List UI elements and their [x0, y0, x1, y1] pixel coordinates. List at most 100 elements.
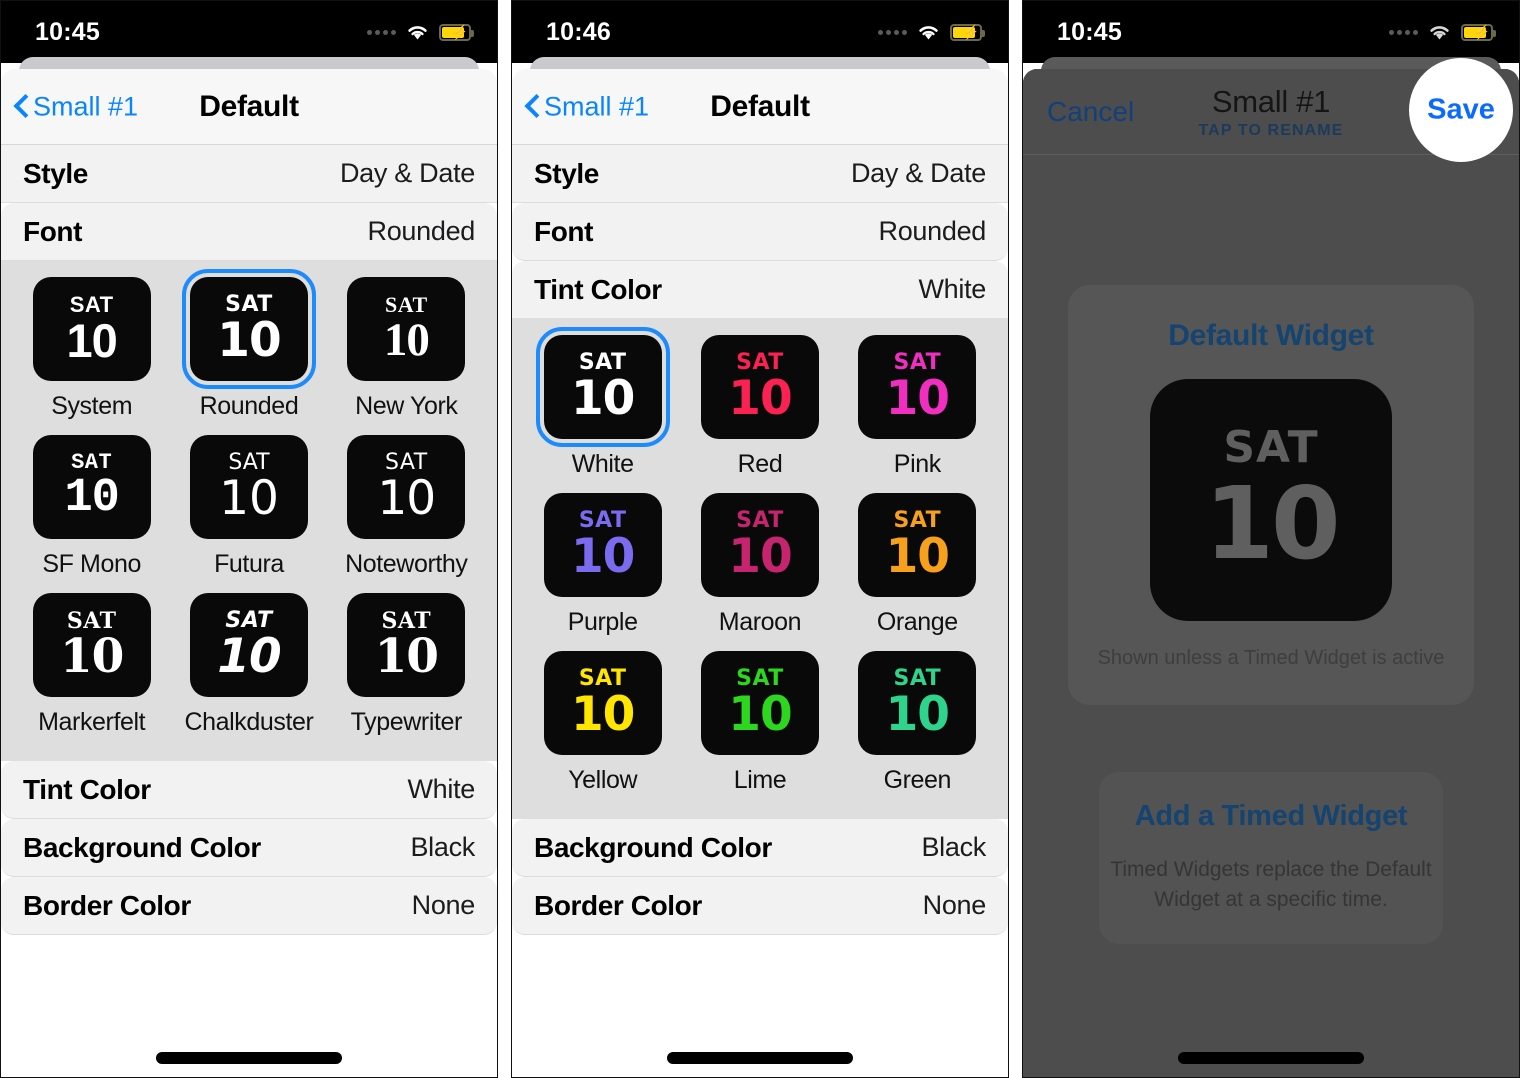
widget-name-title[interactable]: Small #1	[1212, 84, 1331, 120]
home-indicator[interactable]	[1178, 1052, 1364, 1064]
settings-row-style[interactable]: Style Day & Date	[512, 145, 1008, 203]
settings-row-background-color[interactable]: Background Color Black	[512, 819, 1008, 877]
save-button[interactable]: Save	[1409, 94, 1513, 127]
default-widget-card[interactable]: Default Widget SAT 10 Shown unless a Tim…	[1068, 285, 1474, 705]
settings-row-font[interactable]: Font Rounded	[512, 203, 1008, 261]
option-preview-tile[interactable]: SAT 10	[347, 277, 466, 381]
status-indicators: ⚡	[367, 23, 474, 41]
add-timed-widget-description: Timed Widgets replace the Default Widget…	[1110, 858, 1432, 912]
option-preview-tile[interactable]: SAT 10	[543, 651, 662, 755]
tile-daynumber: 10	[570, 687, 635, 742]
tile-daynumber: 10	[374, 629, 439, 684]
option-label: Futura	[214, 550, 284, 578]
row-value: Black	[921, 832, 986, 862]
tile-daynumber: 10	[885, 529, 950, 584]
option-cell[interactable]: SAT 10 Pink	[839, 335, 996, 493]
option-cell[interactable]: SAT 10 Typewriter	[328, 593, 485, 751]
home-indicator[interactable]	[667, 1052, 853, 1064]
tile-dayofweek: SAT	[384, 292, 428, 317]
option-preview-tile[interactable]: SAT 10	[700, 651, 819, 755]
option-preview-tile[interactable]: SAT 10	[700, 493, 819, 597]
settings-row-font[interactable]: Font Rounded	[1, 203, 497, 261]
row-value: Rounded	[878, 216, 987, 246]
option-cell[interactable]: SAT 10 Noteworthy	[328, 435, 485, 593]
settings-row-border-color[interactable]: Border Color None	[512, 877, 1008, 935]
row-value: Day & Date	[339, 158, 475, 188]
home-indicator-area	[1, 1025, 497, 1077]
option-preview-tile[interactable]: SAT 10	[347, 435, 466, 539]
option-preview-tile[interactable]: SAT 10	[858, 335, 977, 439]
signal-dots-icon	[878, 29, 907, 35]
option-preview-tile[interactable]: SAT 10	[858, 651, 977, 755]
option-label: System	[51, 392, 133, 420]
option-cell[interactable]: SAT 10 Orange	[839, 493, 996, 651]
home-indicator[interactable]	[156, 1052, 342, 1064]
option-preview-tile[interactable]: SAT 10	[347, 593, 466, 697]
option-preview-tile[interactable]: SAT 10	[543, 493, 662, 597]
add-timed-widget-card[interactable]: Add a Timed Widget Timed Widgets replace…	[1099, 772, 1443, 944]
option-cell[interactable]: SAT 10 Purple	[524, 493, 681, 651]
row-label: Style	[534, 157, 599, 189]
option-cell[interactable]: SAT 10 Green	[839, 651, 996, 809]
row-value: White	[918, 274, 986, 304]
save-button-highlight: Save	[1409, 58, 1513, 162]
option-label: Green	[883, 766, 952, 794]
back-button[interactable]: Small #1	[525, 91, 649, 122]
option-cell[interactable]: SAT 10 Futura	[170, 435, 327, 593]
tile-daynumber: 10	[377, 471, 436, 526]
status-time: 10:46	[546, 17, 611, 46]
option-preview-tile[interactable]: SAT 10	[189, 593, 308, 697]
tile-daynumber: 10	[217, 629, 281, 684]
option-cell[interactable]: SAT 10 SF Mono	[13, 435, 170, 593]
option-cell[interactable]: SAT 10 Lime	[681, 651, 838, 809]
option-cell[interactable]: SAT 10 New York	[328, 277, 485, 435]
settings-row-tint-color[interactable]: Tint Color White	[512, 261, 1008, 319]
option-cell[interactable]: SAT 10 Maroon	[681, 493, 838, 651]
option-cell[interactable]: SAT 10 White	[524, 327, 681, 493]
option-preview-tile[interactable]: SAT 10	[32, 277, 151, 381]
editor-body: Default Widget SAT 10 Shown unless a Tim…	[1023, 155, 1519, 1077]
option-preview-tile[interactable]: SAT 10	[181, 269, 316, 389]
phone-screen-widget-editor: 10:45 ⚡ Cancel Small #1 TAP TO RENAME Sa…	[1022, 0, 1520, 1078]
modal-sheet: Cancel Small #1 TAP TO RENAME Save Defau…	[1023, 69, 1519, 1077]
settings-list: Style Day & Date Font Rounded	[1, 145, 497, 261]
widget-preview[interactable]: SAT 10	[1150, 379, 1392, 621]
navigation-bar: Small #1 Default	[512, 69, 1008, 145]
option-preview-tile[interactable]: SAT 10	[32, 435, 151, 539]
settings-row-background-color[interactable]: Background Color Black	[1, 819, 497, 877]
option-cell[interactable]: SAT 10 Chalkduster	[170, 593, 327, 751]
row-value: Day & Date	[850, 158, 986, 188]
option-label: Purple	[567, 608, 638, 636]
signal-dots-icon	[367, 29, 396, 35]
option-label: Pink	[893, 450, 941, 478]
option-preview-tile[interactable]: SAT 10	[535, 327, 670, 447]
page-title: Default	[199, 89, 299, 123]
option-cell[interactable]: SAT 10 Red	[681, 335, 838, 493]
back-button[interactable]: Small #1	[14, 91, 138, 122]
option-cell[interactable]: SAT 10 Yellow	[524, 651, 681, 809]
cancel-button[interactable]: Cancel	[1047, 96, 1134, 128]
option-label: Rounded	[199, 392, 299, 420]
status-indicators: ⚡	[1389, 23, 1496, 41]
row-value: Black	[410, 832, 475, 862]
default-widget-title: Default Widget	[1168, 319, 1374, 352]
settings-row-style[interactable]: Style Day & Date	[1, 145, 497, 203]
settings-row-tint-color[interactable]: Tint Color White	[1, 761, 497, 819]
option-preview-tile[interactable]: SAT 10	[189, 435, 308, 539]
option-cell[interactable]: SAT 10 System	[13, 277, 170, 435]
option-preview-tile[interactable]: SAT 10	[32, 593, 151, 697]
tile-daynumber: 10	[217, 313, 281, 368]
settings-row-border-color[interactable]: Border Color None	[1, 877, 497, 935]
option-label: White	[571, 450, 634, 478]
option-preview-tile[interactable]: SAT 10	[700, 335, 819, 439]
add-timed-widget-button[interactable]: Add a Timed Widget	[1135, 800, 1408, 833]
option-preview-tile[interactable]: SAT 10	[858, 493, 977, 597]
option-cell[interactable]: SAT 10 Markerfelt	[13, 593, 170, 751]
row-label: Border Color	[534, 889, 702, 921]
option-cell[interactable]: SAT 10 Rounded	[170, 269, 327, 435]
wifi-icon	[916, 23, 941, 41]
home-indicator-area	[1023, 1025, 1519, 1077]
row-value: White	[407, 774, 475, 804]
option-label: Maroon	[718, 608, 802, 636]
page-title: Default	[710, 89, 810, 123]
